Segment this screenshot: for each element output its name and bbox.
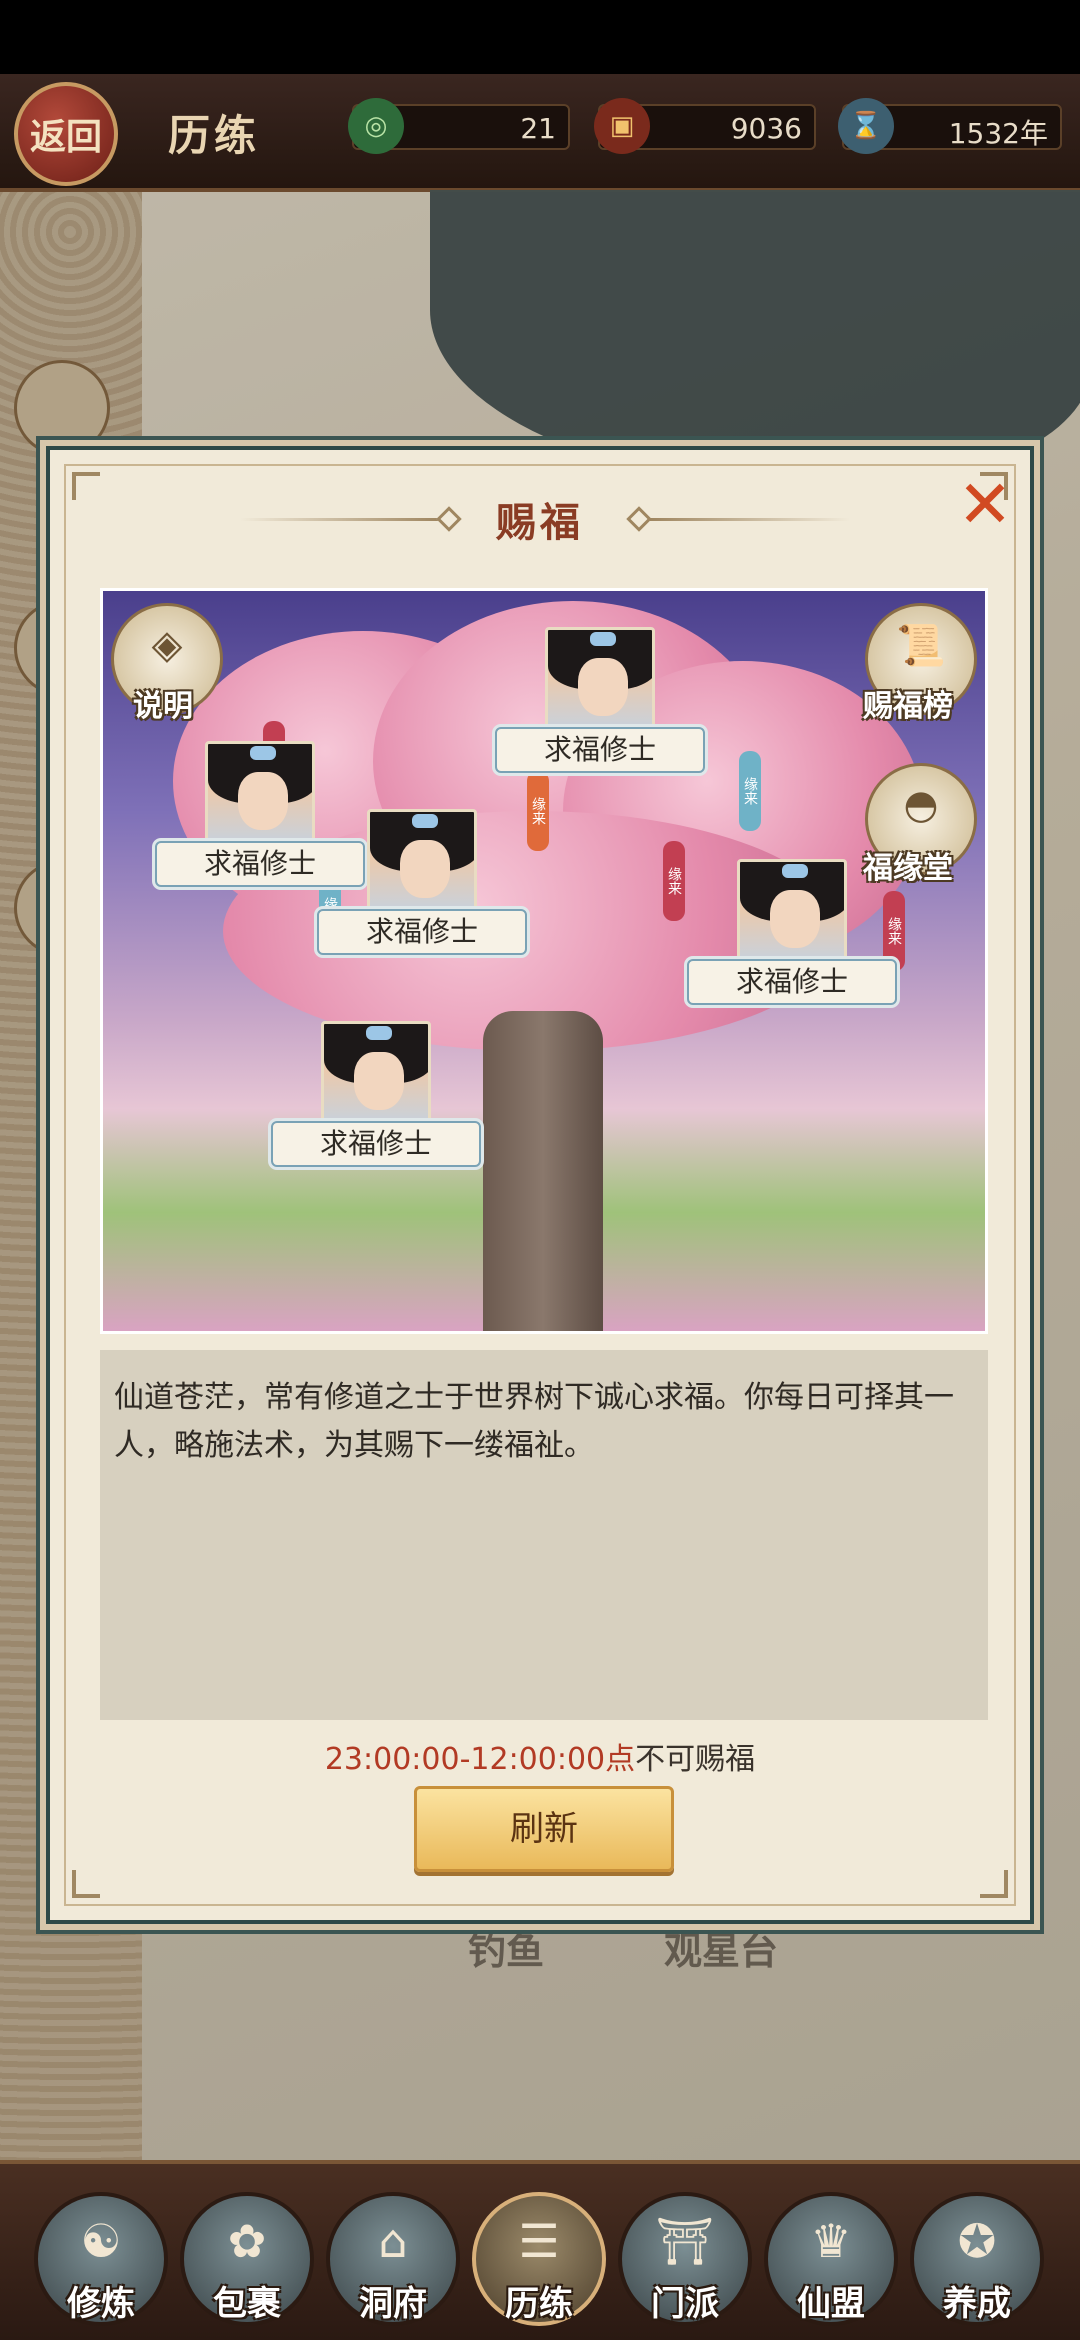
jade-resource: ◎ 21 bbox=[348, 98, 570, 154]
blessing-dialog: 赐福 ✕ 缘来 缘来 缘来 缘来 缘来 缘来 ◈ 说明 📜 赐福榜 bbox=[40, 440, 1040, 1930]
nav-label: 门派 bbox=[651, 2284, 719, 2324]
seeker-portrait bbox=[205, 741, 315, 851]
seeker-portrait bbox=[321, 1021, 431, 1131]
frame-corner bbox=[72, 1870, 100, 1898]
alliance-icon: ♛ bbox=[810, 2214, 852, 2268]
refresh-button[interactable]: 刷新 bbox=[414, 1786, 674, 1872]
years-count: 1532年 bbox=[948, 117, 1048, 150]
close-x-icon[interactable]: ✕ bbox=[950, 470, 1020, 540]
nav-label: 包裹 bbox=[213, 2284, 281, 2324]
app-root: 返回 历练 ◎ 21 ▣ 9036 ⌛ 1532年 钓鱼 观星台 赐福 ✕ 缘来… bbox=[0, 0, 1080, 2340]
bag-icon: ✿ bbox=[227, 2214, 267, 2268]
seeker-card[interactable]: 求福修士 bbox=[495, 627, 705, 773]
time-restriction-note: 23:00:00-12:00:00点不可赐福 bbox=[50, 1734, 1030, 1778]
seeker-nameplate: 求福修士 bbox=[317, 909, 527, 955]
treasure-chest-icon: ▣ bbox=[594, 98, 650, 154]
chest-resource: ▣ 9036 bbox=[594, 98, 816, 154]
years-resource: ⌛ 1532年 bbox=[838, 98, 1062, 154]
world-tree-scene: 缘来 缘来 缘来 缘来 缘来 缘来 ◈ 说明 📜 赐福榜 ◓ 福缘堂 求福修士 bbox=[100, 588, 988, 1334]
pentagram-icon: ✪ bbox=[957, 2214, 997, 2268]
seeker-nameplate: 求福修士 bbox=[687, 959, 897, 1005]
sect-gate-icon: ⛩ bbox=[655, 2214, 715, 2268]
nav-trial[interactable]: ☰ 历练 bbox=[472, 2192, 606, 2326]
back-button[interactable]: 返回 bbox=[14, 82, 118, 186]
explain-label: 说明 bbox=[133, 689, 193, 724]
lantern: 缘来 bbox=[739, 751, 761, 831]
time-range: 23:00:00-12:00:00点 bbox=[324, 1742, 636, 1777]
nav-bag[interactable]: ✿ 包裹 bbox=[180, 2192, 314, 2326]
description-text: 仙道苍茫，常有修道之士于世界树下诚心求福。你每日可择其一人，略施法术，为其赐下一… bbox=[114, 1380, 954, 1463]
nav-cave[interactable]: ⌂ 洞府 bbox=[326, 2192, 460, 2326]
nav-nurture[interactable]: ✪ 养成 bbox=[910, 2192, 1044, 2326]
time-suffix: 不可赐福 bbox=[635, 1742, 756, 1777]
nav-cultivate[interactable]: ☯ 修炼 bbox=[34, 2192, 168, 2326]
nav-sect[interactable]: ⛩ 门派 bbox=[618, 2192, 752, 2326]
nav-label: 修炼 bbox=[67, 2284, 135, 2324]
seeker-nameplate: 求福修士 bbox=[271, 1121, 481, 1167]
title-rule-right bbox=[650, 518, 850, 521]
top-bar: 返回 历练 ◎ 21 ▣ 9036 ⌛ 1532年 bbox=[0, 74, 1080, 192]
tree-trunk bbox=[483, 1011, 603, 1331]
nav-alliance[interactable]: ♛ 仙盟 bbox=[764, 2192, 898, 2326]
lantern: 缘来 bbox=[663, 841, 685, 921]
lantern: 缘来 bbox=[527, 771, 549, 851]
seeker-card[interactable]: 求福修士 bbox=[317, 809, 527, 955]
nav-label: 仙盟 bbox=[797, 2284, 865, 2324]
scroll-icon: ☰ bbox=[518, 2214, 560, 2268]
cultivator-icon: ☯ bbox=[80, 2214, 122, 2268]
status-bar bbox=[0, 0, 1080, 74]
nav-label: 养成 bbox=[943, 2284, 1011, 2324]
page-title: 历练 bbox=[168, 111, 261, 160]
seeker-portrait bbox=[367, 809, 477, 919]
ranking-label: 赐福榜 bbox=[863, 689, 953, 724]
seeker-card[interactable]: 求福修士 bbox=[687, 859, 897, 1005]
seeker-card[interactable]: 求福修士 bbox=[271, 1021, 481, 1167]
jade-count: 21 bbox=[520, 112, 556, 145]
hourglass-icon: ⌛ bbox=[838, 98, 894, 154]
nav-label: 历练 bbox=[505, 2284, 573, 2324]
bottom-nav: ☯ 修炼 ✿ 包裹 ⌂ 洞府 ☰ 历练 ⛩ 门派 ♛ 仙盟 ✪ 养成 bbox=[0, 2160, 1080, 2340]
frame-corner bbox=[980, 1870, 1008, 1898]
seeker-portrait bbox=[545, 627, 655, 737]
seeker-portrait bbox=[737, 859, 847, 969]
scroll-icon: 📜 bbox=[896, 623, 946, 669]
chest-count: 9036 bbox=[730, 112, 802, 145]
diamond-emblem-icon: ◈ bbox=[151, 622, 183, 668]
nav-label: 洞府 bbox=[359, 2284, 427, 2324]
fan-icon: ◓ bbox=[903, 782, 939, 828]
dialog-title: 赐福 bbox=[496, 499, 584, 546]
jade-swirl-icon: ◎ bbox=[348, 98, 404, 154]
cave-house-icon: ⌂ bbox=[378, 2214, 408, 2268]
description-box: 仙道苍茫，常有修道之士于世界树下诚心求福。你每日可择其一人，略施法术，为其赐下一… bbox=[100, 1350, 988, 1720]
seeker-nameplate: 求福修士 bbox=[495, 727, 705, 773]
